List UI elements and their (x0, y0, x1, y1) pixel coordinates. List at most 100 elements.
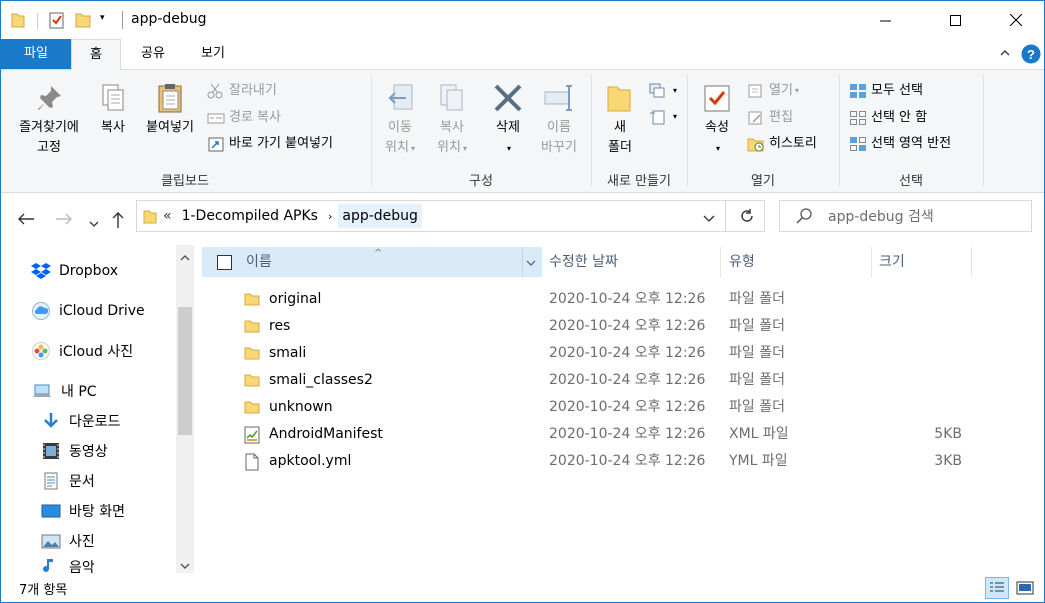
scroll-down-icon[interactable] (180, 559, 190, 574)
delete-button[interactable]: 삭제 ▾ (483, 82, 533, 159)
back-button[interactable] (17, 211, 35, 230)
refresh-button[interactable] (739, 208, 755, 228)
invert-selection-button[interactable]: 선택 영역 반전 (849, 133, 951, 155)
nav-item-icloud-photos[interactable]: iCloud 사진 (31, 339, 133, 363)
select-all-button[interactable]: 모두 선택 (849, 80, 923, 102)
nav-item-label: 다운로드 (69, 414, 121, 430)
scroll-up-icon[interactable] (180, 251, 190, 266)
edit-label: 편집 (769, 110, 793, 125)
rename-label-1: 이름 (547, 120, 571, 135)
column-header-type[interactable]: 유형 (729, 247, 755, 277)
properties-label: 속성 (705, 120, 729, 135)
folder-icon (244, 291, 260, 311)
search-box[interactable]: app-debug 검색 (779, 200, 1032, 232)
customize-quickaccess-icon[interactable]: ▾ (100, 13, 105, 31)
icloud-photos-icon (32, 342, 50, 360)
move-to-button[interactable]: 이동 위치 ▾ (375, 82, 425, 159)
table-row[interactable]: smali_classes2 2020-10-24 오후 12:26 파일 폴더 (201, 367, 1044, 394)
help-icon[interactable]: ? (1021, 44, 1041, 68)
large-icons-view-button[interactable] (1013, 577, 1037, 599)
copy-to-button[interactable]: 복사 위치 ▾ (427, 82, 477, 159)
paste-shortcut-label: 바로 가기 붙여넣기 (229, 136, 333, 151)
breadcrumb-overflow[interactable]: « (163, 208, 172, 224)
column-header-name[interactable]: 이름 ^ (202, 247, 542, 277)
new-item-button[interactable]: ▾ (649, 80, 677, 102)
column-header-size[interactable]: 크기 (879, 247, 905, 277)
tab-view[interactable]: 보기 (185, 39, 241, 69)
properties-quick-icon[interactable] (49, 11, 65, 29)
new-folder-quick-icon[interactable] (75, 11, 91, 29)
nav-item-documents[interactable]: 문서 (41, 469, 95, 493)
paste-button[interactable]: 붙여넣기 (137, 82, 203, 138)
history-button[interactable]: 히스토리 (747, 133, 817, 155)
nav-item-downloads[interactable]: 다운로드 (41, 409, 121, 433)
table-row[interactable]: unknown 2020-10-24 오후 12:26 파일 폴더 (201, 394, 1044, 421)
breadcrumb-current[interactable]: app-debug (338, 204, 422, 228)
up-button[interactable] (111, 211, 125, 233)
paste-shortcut-button[interactable]: 바로 가기 붙여넣기 (207, 133, 333, 155)
copy-path-button[interactable]: 경로 복사 (207, 107, 281, 129)
desktop-icon (41, 504, 61, 518)
table-row[interactable]: AndroidManifest 2020-10-24 오후 12:26 XML 파일… (201, 421, 1044, 448)
edit-button[interactable]: 편집 (747, 107, 793, 129)
select-none-button[interactable]: 선택 안 함 (849, 107, 927, 129)
nav-item-videos[interactable]: 동영상 (41, 439, 108, 463)
sort-ascending-icon: ^ (374, 248, 383, 259)
folder-icon (244, 345, 260, 365)
nav-item-desktop[interactable]: 바탕 화면 (41, 499, 125, 523)
new-folder-button[interactable]: 새 폴더 (597, 82, 643, 158)
close-button[interactable] (993, 1, 1039, 39)
tab-file[interactable]: 파일 (1, 39, 71, 69)
nav-item-icloud-drive[interactable]: iCloud Drive (31, 299, 145, 323)
details-view-button[interactable] (985, 577, 1009, 599)
table-row[interactable]: smali 2020-10-24 오후 12:26 파일 폴더 (201, 340, 1044, 367)
move-to-icon (388, 84, 413, 110)
address-bar[interactable]: « 1-Decompiled APKs › app-debug (136, 200, 765, 232)
new-folder-label-2: 폴더 (608, 140, 632, 155)
group-open: 속성 ▾ 열기 ▾ 편집 히스토리 열기 (689, 74, 837, 192)
file-date: 2020-10-24 오후 12:26 (549, 399, 706, 415)
nav-item-music[interactable]: 음악 (41, 557, 95, 573)
select-all-checkbox[interactable] (217, 255, 232, 270)
cut-button[interactable]: 잘라내기 (207, 80, 277, 102)
expand-ribbon-icon[interactable] (999, 47, 1011, 63)
address-dropdown-button[interactable] (703, 211, 715, 227)
forward-button[interactable] (55, 211, 73, 230)
rename-button[interactable]: 이름 바꾸기 (533, 82, 585, 158)
search-placeholder: app-debug 검색 (828, 209, 934, 225)
breadcrumb-parent[interactable]: 1-Decompiled APKs (182, 208, 318, 224)
table-row[interactable]: original 2020-10-24 오후 12:26 파일 폴더 (201, 286, 1044, 313)
nav-item-label: iCloud 사진 (59, 344, 134, 360)
edit-icon (748, 111, 762, 125)
breadcrumb-separator-icon[interactable]: › (328, 210, 332, 223)
table-row[interactable]: apktool.yml 2020-10-24 오후 12:26 YML 파일 3KB (201, 448, 1044, 475)
column-filter-chevron-icon[interactable] (526, 248, 536, 278)
group-label-clipboard: 클립보드 (161, 174, 209, 189)
table-row[interactable]: res 2020-10-24 오후 12:26 파일 폴더 (201, 313, 1044, 340)
ribbon-tab-bar: 파일 홈 공유 보기 ? (1, 39, 1044, 70)
maximize-button[interactable] (932, 1, 978, 39)
properties-button[interactable]: 속성 ▾ (695, 82, 739, 159)
nav-scrollbar[interactable] (176, 245, 194, 573)
open-button[interactable]: 열기 ▾ (747, 80, 799, 102)
tab-share[interactable]: 공유 (125, 39, 181, 69)
pin-quickaccess-button[interactable]: 즐겨찾기에 고정 (7, 82, 91, 158)
group-organize: 이동 위치 ▾ 복사 위치 ▾ 삭제 ▾ 이름 바꾸기 구성 (373, 74, 589, 192)
group-label-open: 열기 (751, 174, 775, 189)
nav-scrollbar-thumb[interactable] (178, 307, 192, 435)
nav-item-dropbox[interactable]: Dropbox (31, 259, 118, 283)
column-header-date[interactable]: 수정한 날짜 (549, 247, 618, 277)
group-label-organize: 구성 (469, 174, 493, 189)
minimize-button[interactable] (862, 1, 908, 39)
pin-icon (38, 86, 61, 110)
copy-button[interactable]: 복사 (91, 82, 135, 138)
history-icon (747, 138, 764, 152)
recent-locations-button[interactable] (89, 213, 99, 232)
details-view-icon (990, 582, 1004, 592)
paste-icon (158, 84, 182, 113)
file-size: 3KB (934, 453, 962, 469)
easy-access-button[interactable]: ▾ (649, 106, 677, 128)
nav-item-pictures[interactable]: 사진 (41, 529, 95, 553)
nav-item-this-pc[interactable]: 내 PC (33, 379, 97, 403)
tab-home[interactable]: 홈 (71, 39, 121, 70)
